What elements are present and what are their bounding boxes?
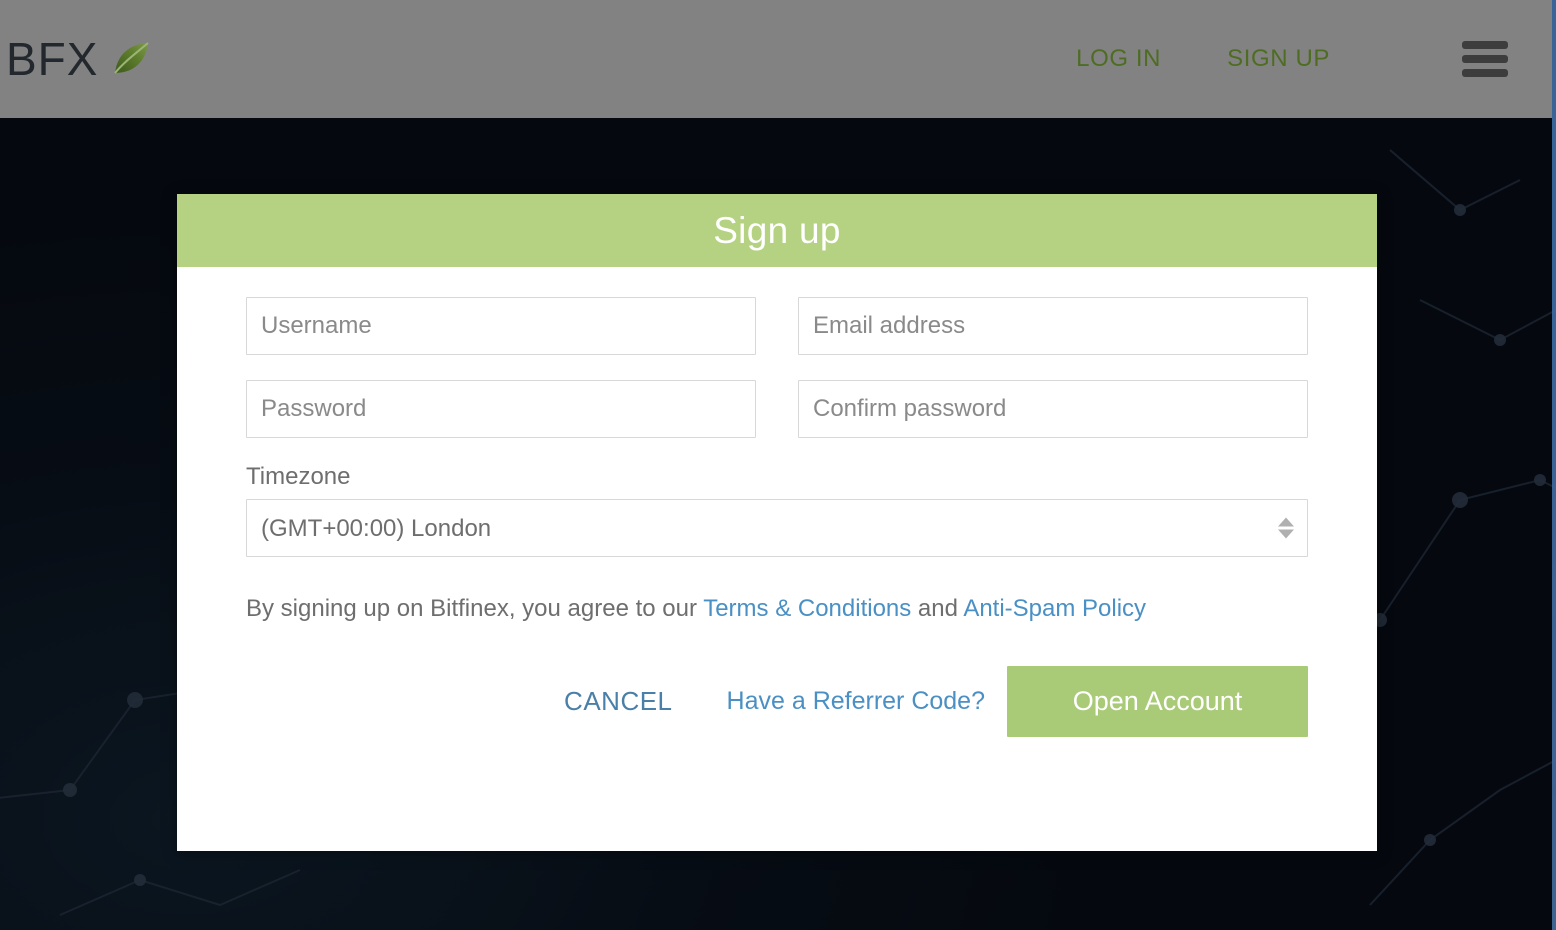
cancel-button[interactable]: CANCEL: [560, 678, 676, 725]
right-edge-scrollbar[interactable]: [1552, 0, 1556, 930]
hamburger-bar-3: [1462, 69, 1508, 77]
username-field-wrapper: [246, 297, 756, 355]
form-row-credentials: [246, 297, 1308, 355]
timezone-group: Timezone (GMT+00:00) London: [246, 463, 1308, 557]
modal-action-bar: CANCEL Have a Referrer Code? Open Accoun…: [246, 666, 1308, 738]
confirm-password-field-wrapper: [798, 380, 1308, 438]
terms-text-before: By signing up on Bitfinex, you agree to …: [246, 595, 704, 622]
brand-logo[interactable]: BFX: [6, 0, 152, 118]
timezone-select[interactable]: (GMT+00:00) London: [246, 499, 1308, 557]
confirm-password-input[interactable]: [798, 380, 1308, 438]
login-link[interactable]: LOG IN: [1074, 39, 1163, 79]
modal-body: Timezone (GMT+00:00) London By signing u…: [177, 267, 1377, 738]
referrer-code-link[interactable]: Have a Referrer Code?: [727, 687, 985, 716]
signup-modal: Sign up Timezone (GMT+00:00) London: [177, 194, 1377, 851]
hamburger-bar-1: [1462, 41, 1508, 49]
hamburger-menu-icon[interactable]: [1462, 41, 1508, 77]
modal-header: Sign up: [177, 194, 1377, 267]
terms-and-conditions-link[interactable]: Terms & Conditions: [703, 595, 911, 622]
hamburger-bar-2: [1462, 55, 1508, 63]
modal-title: Sign up: [713, 209, 841, 251]
terms-text-between: and: [911, 595, 964, 622]
email-field-wrapper: [798, 297, 1308, 355]
brand-wordmark: BFX: [6, 33, 99, 85]
password-field-wrapper: [246, 380, 756, 438]
terms-agreement-text: By signing up on Bitfinex, you agree to …: [246, 593, 1308, 624]
top-nav-links: LOG IN SIGN UP: [1074, 0, 1552, 118]
signup-link[interactable]: SIGN UP: [1225, 39, 1332, 79]
password-input[interactable]: [246, 380, 756, 438]
form-row-passwords: [246, 380, 1308, 438]
leaf-icon: [110, 39, 152, 81]
open-account-button[interactable]: Open Account: [1007, 666, 1308, 738]
timezone-label: Timezone: [246, 463, 351, 490]
email-input[interactable]: [798, 297, 1308, 355]
username-input[interactable]: [246, 297, 756, 355]
anti-spam-policy-link[interactable]: Anti-Spam Policy: [963, 595, 1146, 622]
top-navigation-bar: BFX LOG IN SIGN UP: [0, 0, 1552, 118]
timezone-select-wrapper: (GMT+00:00) London: [246, 499, 1308, 557]
